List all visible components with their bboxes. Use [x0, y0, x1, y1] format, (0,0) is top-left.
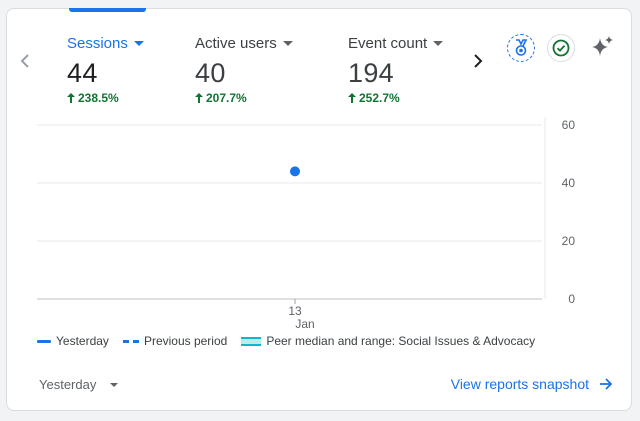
legend-item-yesterday: Yesterday [37, 334, 109, 348]
y-tick-label: 0 [568, 292, 575, 306]
metric-name: Event count [348, 34, 428, 52]
active-tab-indicator [69, 8, 146, 12]
arrow-up-icon [67, 93, 75, 103]
chevron-right-icon [474, 54, 483, 68]
sparkle-icon [592, 36, 613, 56]
chevron-left-icon [20, 54, 29, 68]
date-range-value: Yesterday [39, 377, 97, 392]
metric-name: Sessions [67, 34, 128, 52]
metric-change: 238.5% [78, 91, 119, 105]
benchmark-award-button[interactable] [507, 34, 535, 62]
view-reports-snapshot-link[interactable]: View reports snapshot [451, 376, 613, 392]
metric-tab-event-count[interactable]: Event count 194 252.7% [348, 33, 444, 105]
previous-metrics-button[interactable] [13, 49, 37, 73]
x-tick-label-month: Jan [295, 317, 314, 331]
legend-label: Yesterday [56, 334, 109, 348]
y-tick-label: 20 [562, 234, 576, 248]
date-range-dropdown[interactable]: Yesterday [39, 377, 119, 392]
ai-insights-button[interactable] [589, 33, 617, 61]
next-metrics-button[interactable] [466, 49, 490, 73]
x-tick-label-day: 13 [288, 304, 302, 318]
caret-down-icon [282, 41, 293, 46]
legend-item-peer-range: Peer median and range: Social Issues & A… [241, 334, 535, 348]
caret-down-icon [433, 41, 444, 46]
metric-change: 207.7% [206, 91, 247, 105]
insights-check-button[interactable] [547, 34, 575, 62]
arrow-up-icon [348, 93, 356, 103]
y-tick-label: 40 [562, 176, 576, 190]
metric-value: 194 [348, 58, 394, 88]
view-link-label: View reports snapshot [450, 376, 589, 392]
sessions-line-chart: 60 40 20 0 13Jan [37, 117, 576, 331]
metric-value: 44 [67, 58, 98, 88]
y-tick-label: 60 [562, 118, 576, 132]
caret-down-icon [110, 383, 119, 387]
legend-label: Peer median and range: Social Issues & A… [266, 334, 536, 348]
arrow-up-icon [195, 93, 203, 103]
data-point-yesterday [290, 166, 300, 177]
metric-name: Active users [195, 34, 277, 52]
award-ribbon-icon [515, 39, 528, 56]
metric-value: 40 [195, 58, 226, 88]
metric-tab-active-users[interactable]: Active users 40 207.7% [195, 33, 293, 105]
solid-line-swatch [37, 339, 51, 343]
metric-tab-sessions[interactable]: Sessions 44 238.5% [67, 33, 144, 105]
chart-legend: Yesterday Previous period Peer median an… [37, 334, 535, 348]
check-circle-icon [552, 39, 570, 57]
legend-item-previous-period: Previous period [122, 334, 228, 348]
dashed-line-swatch [122, 339, 139, 343]
arrow-right-icon [600, 378, 613, 390]
legend-label: Previous period [143, 334, 228, 348]
caret-down-icon [133, 41, 144, 46]
band-swatch [241, 336, 262, 346]
metric-change: 252.7% [359, 91, 400, 105]
summary-card: Sessions 44 238.5% Active users 40 207.7… [6, 8, 632, 411]
